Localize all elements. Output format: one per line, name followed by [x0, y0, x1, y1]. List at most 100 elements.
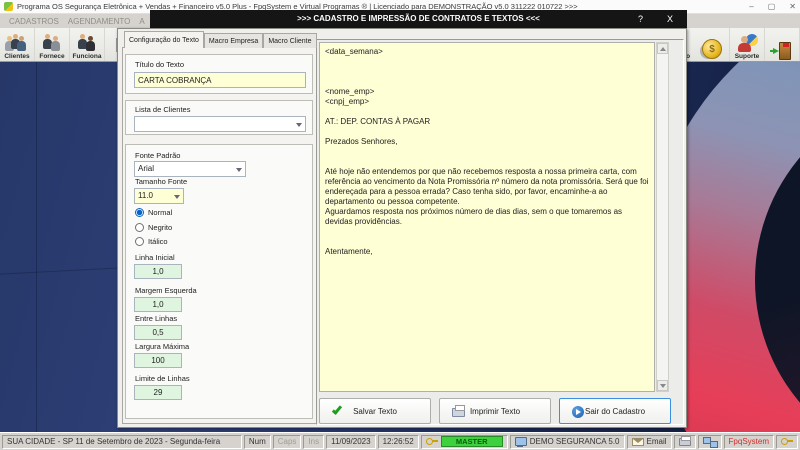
clients-group-icon [5, 34, 29, 52]
close-button[interactable]: ✕ [789, 1, 796, 13]
num-lock-text: Num [248, 437, 266, 446]
chevron-down-icon [174, 195, 180, 199]
computer-icon [514, 436, 527, 447]
employees-icon [75, 34, 99, 52]
scroll-down-icon[interactable] [657, 380, 668, 391]
insert-text: Ins [308, 437, 320, 446]
dialog-body: Configuração do Texto Macro Empresa Macr… [117, 28, 687, 428]
fonte-padrao-select[interactable]: Arial [134, 161, 246, 177]
lista-clientes-select[interactable] [134, 116, 306, 132]
radio-normal-label: Normal [148, 208, 173, 217]
support-icon [736, 34, 758, 52]
limite-linhas-input[interactable] [134, 385, 182, 400]
master-badge: MASTER [440, 436, 503, 447]
tab-macro-cliente[interactable]: Macro Cliente [263, 33, 317, 48]
status-time: 12:26:52 [377, 434, 419, 449]
key-icon [425, 438, 438, 445]
tab-page-configuracao: Título do Texto Lista de Clientes Fonte … [122, 47, 318, 424]
status-email[interactable]: Email [626, 434, 672, 449]
radio-normal[interactable]: Normal [135, 208, 172, 217]
minimize-button[interactable]: – [749, 1, 753, 13]
titulo-texto-input[interactable] [134, 72, 306, 88]
fonte-padrao-label: Fonte Padrão [135, 151, 181, 160]
dialog-close-button[interactable]: X [667, 10, 673, 28]
dialog-help-button[interactable]: ? [638, 10, 643, 28]
tamanho-fonte-select[interactable]: 11.0 [134, 188, 184, 204]
dialog-titlebar[interactable]: >>> CADASTRO E IMPRESSÃO DE CONTRATOS E … [150, 10, 687, 28]
text-editor-panel: <data_semana> <nome_emp> <cnpj_emp> AT.:… [316, 39, 684, 425]
radio-negrito-label: Negrito [148, 223, 173, 232]
status-product: DEMO SEGURANCA 5.0 [509, 434, 625, 449]
textarea-scrollbar[interactable] [656, 42, 669, 392]
sair-do-cadastro-button[interactable]: Sair do Cadastro [559, 398, 671, 424]
entre-linhas-input[interactable] [134, 325, 182, 340]
tamanho-fonte-value: 11.0 [138, 191, 153, 200]
toolbar-button-exit[interactable] [765, 28, 800, 61]
linha-inicial-input[interactable] [134, 264, 182, 279]
toolbar-button-suporte[interactable]: Suporte [730, 28, 765, 61]
radio-negrito[interactable]: Negrito [135, 223, 172, 232]
toolbar-label-clientes: Clientes [4, 53, 30, 60]
screen: Programa OS Segurança Eletrônica + Venda… [0, 0, 800, 450]
date-text: 11/09/2023 [331, 437, 371, 446]
toolbar-button-funciona[interactable]: Funciona [70, 28, 105, 61]
salvar-texto-label: Salvar Texto [353, 406, 397, 416]
group-lista-clientes: Lista de Clientes [125, 100, 313, 135]
status-location-text: SUA CIDADE - SP 11 de Setembro de 2023 -… [7, 437, 221, 446]
lista-clientes-label: Lista de Clientes [135, 105, 191, 114]
suppliers-icon [40, 34, 64, 52]
status-location: SUA CIDADE - SP 11 de Setembro de 2023 -… [2, 434, 242, 449]
imprimir-texto-button[interactable]: Imprimir Texto [439, 398, 551, 424]
wallpaper-line [36, 62, 37, 432]
group-fonte-config: Fonte Padrão Arial Tamanho Fonte 11.0 No… [125, 144, 313, 419]
caps-lock-text: Caps [277, 437, 297, 446]
largura-maxima-label: Largura Máxima [135, 342, 190, 351]
radio-normal-circle[interactable] [135, 208, 144, 217]
chevron-down-icon [296, 123, 302, 127]
product-text: DEMO SEGURANCA 5.0 [529, 437, 620, 446]
salvar-texto-button[interactable]: Salvar Texto [319, 398, 431, 424]
margem-esquerda-input[interactable] [134, 297, 182, 312]
exit-door-icon [770, 41, 791, 60]
status-user: MASTER [420, 434, 508, 449]
imprimir-texto-label: Imprimir Texto [469, 406, 521, 416]
status-network[interactable] [697, 434, 722, 449]
network-icon [702, 436, 718, 448]
email-text: Email [646, 437, 667, 446]
chevron-down-icon [236, 168, 242, 172]
tab-configuracao-do-texto[interactable]: Configuração do Texto [124, 31, 204, 48]
fonte-padrao-value: Arial [138, 164, 155, 173]
radio-italico-circle[interactable] [135, 237, 144, 246]
dialog-title: >>> CADASTRO E IMPRESSÃO DE CONTRATOS E … [297, 14, 540, 23]
radio-italico[interactable]: Itálico [135, 237, 168, 246]
radio-italico-label: Itálico [148, 237, 168, 246]
toolbar-button-clientes[interactable]: Clientes [0, 28, 35, 61]
tamanho-fonte-label: Tamanho Fonte [135, 177, 188, 186]
texto-textarea[interactable]: <data_semana> <nome_emp> <cnpj_emp> AT.:… [319, 42, 655, 392]
status-date: 11/09/2023 [326, 434, 376, 449]
tab-strip: Configuração do Texto Macro Empresa Macr… [124, 31, 317, 48]
toolbar-button-fornece[interactable]: Fornece [35, 28, 70, 61]
group-titulo-texto: Título do Texto [125, 54, 313, 94]
menu-cadastros[interactable]: CADASTROS [9, 17, 59, 26]
linha-inicial-label: Linha Inicial [135, 253, 175, 262]
printer-icon [678, 435, 691, 446]
time-text: 12:26:52 [382, 437, 414, 446]
tab-macro-empresa[interactable]: Macro Empresa [203, 33, 264, 48]
margem-esquerda-label: Margem Esquerda [135, 286, 197, 295]
radio-negrito-circle[interactable] [135, 223, 144, 232]
scroll-up-icon[interactable] [657, 43, 668, 54]
status-printer[interactable] [673, 434, 696, 449]
status-num-lock: Num [243, 434, 271, 449]
coin-icon [702, 39, 722, 59]
limite-linhas-label: Limite de Linhas [135, 374, 190, 383]
status-caps-lock: Caps [272, 434, 302, 449]
toolbar-button-financeiro[interactable] [695, 28, 730, 61]
toolbar-label-funciona: Funciona [72, 53, 102, 60]
dialog-cadastro-textos: >>> CADASTRO E IMPRESSÃO DE CONTRATOS E … [117, 10, 687, 428]
maximize-button[interactable]: ▢ [768, 1, 776, 13]
key-icon [781, 438, 793, 445]
brand-text: FpqSystem [728, 437, 769, 446]
largura-maxima-input[interactable] [134, 353, 182, 368]
titulo-texto-label: Título do Texto [135, 60, 185, 69]
